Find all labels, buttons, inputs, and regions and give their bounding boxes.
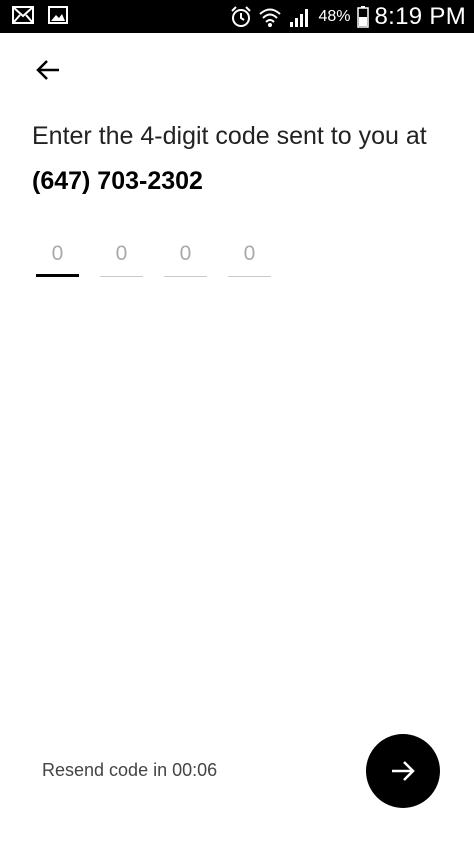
arrow-left-icon xyxy=(35,59,61,81)
wifi-icon xyxy=(258,6,282,28)
battery-percent: 48% xyxy=(318,7,351,25)
alarm-icon xyxy=(230,5,252,28)
clock-time: 8:19 PM xyxy=(374,2,466,30)
code-digit-4[interactable]: 0 xyxy=(228,236,271,277)
back-button[interactable] xyxy=(30,54,66,86)
prompt-message: Enter the 4-digit code sent to you at xyxy=(32,122,427,150)
phone-number: (647) 703-2302 xyxy=(32,167,203,195)
underline xyxy=(100,276,143,277)
status-left-icons xyxy=(12,6,68,24)
code-digit-placeholder: 0 xyxy=(51,242,64,265)
code-digit-3[interactable]: 0 xyxy=(164,236,207,277)
code-digit-placeholder: 0 xyxy=(179,242,192,265)
signal-icon xyxy=(288,6,312,28)
arrow-right-icon xyxy=(390,760,416,782)
active-underline xyxy=(36,274,79,277)
code-digit-2[interactable]: 0 xyxy=(100,236,143,277)
underline xyxy=(164,276,207,277)
battery-icon xyxy=(356,5,369,28)
status-right-icons: 48% 8:19 PM xyxy=(230,0,466,33)
resend-countdown: Resend code in 00:06 xyxy=(42,760,218,780)
underline xyxy=(228,276,271,277)
code-digit-1[interactable]: 0 xyxy=(36,236,79,277)
code-digit-placeholder: 0 xyxy=(243,242,256,265)
mail-icon xyxy=(12,6,34,24)
prompt-text: Enter the 4-digit code sent to you at (6… xyxy=(32,114,452,204)
image-icon xyxy=(48,6,68,24)
status-bar: 48% 8:19 PM xyxy=(0,0,474,33)
next-button[interactable] xyxy=(366,734,440,808)
verification-code-input[interactable]: 0 0 0 0 xyxy=(36,236,271,277)
code-digit-placeholder: 0 xyxy=(115,242,128,265)
